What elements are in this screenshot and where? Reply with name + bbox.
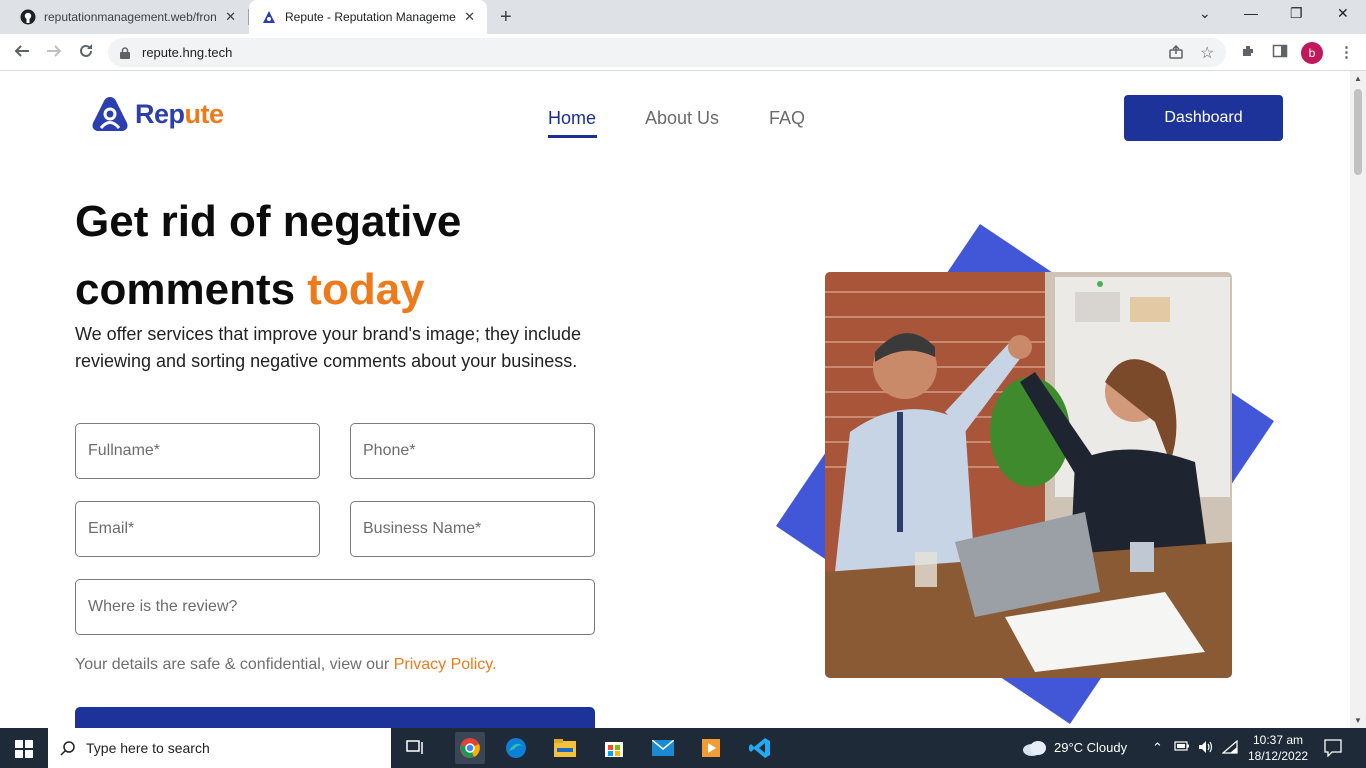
hero-subtitle: We offer services that improve your bran… (75, 324, 582, 371)
mail-taskbar-icon[interactable] (651, 736, 675, 760)
scroll-down-icon[interactable]: ▼ (1354, 716, 1362, 725)
minimize-button[interactable]: — (1244, 5, 1258, 21)
hero-photo-high-five (825, 272, 1232, 678)
tray-chevron-icon[interactable]: ⌃ (1152, 740, 1163, 756)
tab-title: Repute - Reputation Manageme (285, 10, 456, 24)
volume-icon[interactable] (1198, 740, 1214, 757)
browser-tab-bar: reputationmanagement.web/fron ✕ Repute -… (0, 0, 1366, 34)
repute-logo[interactable]: Repute (90, 95, 224, 133)
tab-search-icon[interactable]: ⌄ (1199, 5, 1211, 22)
address-bar[interactable]: repute.hng.tech ☆ (108, 38, 1226, 67)
nav-home[interactable]: Home (548, 108, 596, 129)
review-location-field[interactable]: Where is the review? (75, 579, 595, 635)
privacy-policy-link[interactable]: Privacy Policy. (394, 656, 497, 673)
task-view-icon[interactable] (404, 736, 428, 760)
notifications-icon[interactable] (1324, 739, 1342, 762)
close-tab-icon[interactable]: ✕ (464, 9, 475, 25)
new-tab-button[interactable]: + (500, 6, 512, 29)
wifi-icon[interactable] (1221, 739, 1238, 757)
email-field[interactable]: Email* (75, 501, 320, 557)
webpage: Repute Home About Us FAQ Dashboard Get r… (0, 71, 1350, 728)
menu-kebab-icon[interactable]: ⋮ (1339, 43, 1354, 61)
search-placeholder: Type here to search (86, 740, 210, 756)
battery-icon[interactable] (1174, 740, 1190, 755)
dashboard-button[interactable]: Dashboard (1124, 95, 1283, 141)
scroll-up-icon[interactable]: ▲ (1354, 74, 1362, 83)
browser-toolbar: repute.hng.tech ☆ b ⋮ (0, 34, 1366, 71)
nav-faq[interactable]: FAQ (769, 108, 805, 129)
tab-repute[interactable]: Repute - Reputation Manageme ✕ (249, 0, 487, 34)
nav-active-underline (548, 135, 597, 138)
url-text: repute.hng.tech (142, 45, 233, 60)
media-player-icon[interactable] (699, 736, 723, 760)
reload-icon[interactable] (77, 42, 95, 65)
back-icon[interactable] (13, 42, 31, 65)
repute-favicon-icon (261, 9, 277, 25)
page-scrollbar[interactable]: ▲ ▼ (1350, 71, 1366, 728)
scrollbar-thumb[interactable] (1354, 89, 1362, 175)
share-icon[interactable] (1168, 44, 1184, 65)
nav-about-us[interactable]: About Us (645, 108, 719, 129)
search-icon (60, 741, 75, 756)
windows-taskbar: Type here to search 29°C Cloudy ⌃ 10:37 … (0, 728, 1366, 768)
fullname-field[interactable]: Fullname* (75, 423, 320, 479)
forward-icon[interactable] (45, 42, 63, 65)
github-icon (20, 9, 36, 25)
side-panel-icon[interactable] (1272, 43, 1288, 63)
windows-start-icon[interactable] (15, 740, 33, 763)
chrome-taskbar-icon[interactable] (455, 732, 485, 764)
cloudy-weather-icon[interactable] (1022, 739, 1048, 762)
tab-title: reputationmanagement.web/fron (44, 10, 216, 24)
taskbar-search-box[interactable]: Type here to search (48, 728, 391, 768)
vscode-taskbar-icon[interactable] (748, 736, 772, 760)
logo-mark-icon (92, 97, 128, 131)
store-taskbar-icon[interactable] (602, 736, 626, 760)
logo-wordmark: Repute (135, 98, 224, 129)
profile-avatar[interactable]: b (1301, 42, 1323, 64)
business-name-field[interactable]: Business Name* (350, 501, 595, 557)
phone-field[interactable]: Phone* (350, 423, 595, 479)
edge-taskbar-icon[interactable] (504, 736, 528, 760)
submit-button[interactable] (75, 707, 595, 728)
close-window-button[interactable]: ✕ (1337, 5, 1349, 22)
close-tab-icon[interactable]: ✕ (225, 9, 236, 25)
maximize-button[interactable]: ❐ (1290, 5, 1303, 22)
taskbar-clock[interactable]: 10:37 am 18/12/2022 (1248, 732, 1308, 764)
extensions-icon[interactable] (1240, 43, 1256, 63)
weather-text[interactable]: 29°C Cloudy (1054, 740, 1127, 755)
privacy-note: Your details are safe & confidential, vi… (75, 656, 497, 673)
lock-icon[interactable] (120, 46, 130, 64)
file-explorer-icon[interactable] (553, 736, 577, 760)
bookmark-star-icon[interactable]: ☆ (1200, 43, 1214, 63)
tab-github[interactable]: reputationmanagement.web/fron ✕ (8, 0, 248, 34)
hero-headline: Get rid of negative comments today (75, 197, 462, 314)
